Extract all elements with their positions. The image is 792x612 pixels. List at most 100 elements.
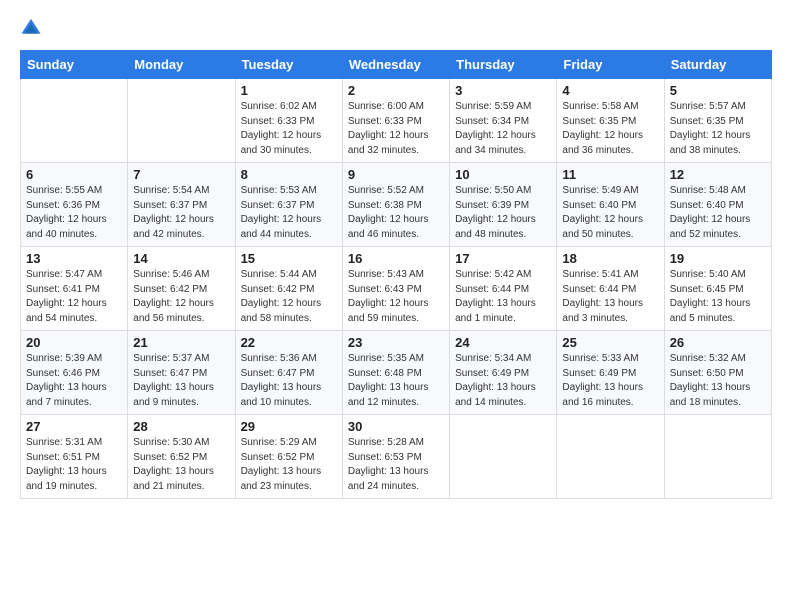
day-info: Sunrise: 5:46 AM Sunset: 6:42 PM Dayligh… [133, 268, 229, 326]
calendar-cell: 1 Sunrise: 6:02 AM Sunset: 6:33 PM Daylig… [235, 79, 342, 163]
day-info: Sunrise: 5:44 AM Sunset: 6:42 PM Dayligh… [241, 268, 337, 326]
calendar-cell: 28 Sunrise: 5:30 AM Sunset: 6:52 PM Dayli… [128, 415, 235, 499]
day-number: 7 [133, 167, 229, 182]
day-info: Sunrise: 5:49 AM Sunset: 6:40 PM Dayligh… [562, 184, 658, 242]
calendar-week-4: 20 Sunrise: 5:39 AM Sunset: 6:46 PM Dayli… [21, 331, 772, 415]
calendar-header-tuesday: Tuesday [235, 51, 342, 79]
day-number: 15 [241, 251, 337, 266]
day-number: 14 [133, 251, 229, 266]
calendar-week-2: 6 Sunrise: 5:55 AM Sunset: 6:36 PM Daylig… [21, 163, 772, 247]
calendar-cell: 7 Sunrise: 5:54 AM Sunset: 6:37 PM Daylig… [128, 163, 235, 247]
calendar-cell: 2 Sunrise: 6:00 AM Sunset: 6:33 PM Daylig… [342, 79, 449, 163]
day-info: Sunrise: 5:43 AM Sunset: 6:43 PM Dayligh… [348, 268, 444, 326]
calendar-cell: 21 Sunrise: 5:37 AM Sunset: 6:47 PM Dayli… [128, 331, 235, 415]
calendar-cell [21, 79, 128, 163]
day-number: 17 [455, 251, 551, 266]
day-number: 22 [241, 335, 337, 350]
day-info: Sunrise: 5:52 AM Sunset: 6:38 PM Dayligh… [348, 184, 444, 242]
day-info: Sunrise: 5:40 AM Sunset: 6:45 PM Dayligh… [670, 268, 766, 326]
day-number: 9 [348, 167, 444, 182]
day-info: Sunrise: 5:48 AM Sunset: 6:40 PM Dayligh… [670, 184, 766, 242]
day-number: 28 [133, 419, 229, 434]
day-info: Sunrise: 5:36 AM Sunset: 6:47 PM Dayligh… [241, 352, 337, 410]
day-info: Sunrise: 5:33 AM Sunset: 6:49 PM Dayligh… [562, 352, 658, 410]
day-number: 12 [670, 167, 766, 182]
day-number: 24 [455, 335, 551, 350]
calendar-week-1: 1 Sunrise: 6:02 AM Sunset: 6:33 PM Daylig… [21, 79, 772, 163]
day-number: 4 [562, 83, 658, 98]
logo [20, 16, 46, 38]
day-info: Sunrise: 5:42 AM Sunset: 6:44 PM Dayligh… [455, 268, 551, 326]
day-number: 11 [562, 167, 658, 182]
day-info: Sunrise: 5:39 AM Sunset: 6:46 PM Dayligh… [26, 352, 122, 410]
calendar-table: SundayMondayTuesdayWednesdayThursdayFrid… [20, 50, 772, 499]
day-number: 16 [348, 251, 444, 266]
calendar-header-row: SundayMondayTuesdayWednesdayThursdayFrid… [21, 51, 772, 79]
calendar-cell: 24Sunrise: 5:34 AM Sunset: 6:49 PM Dayli… [450, 331, 557, 415]
calendar-cell: 9 Sunrise: 5:52 AM Sunset: 6:38 PM Daylig… [342, 163, 449, 247]
calendar-cell: 20 Sunrise: 5:39 AM Sunset: 6:46 PM Dayli… [21, 331, 128, 415]
day-number: 21 [133, 335, 229, 350]
logo-icon [20, 16, 42, 38]
day-info: Sunrise: 5:37 AM Sunset: 6:47 PM Dayligh… [133, 352, 229, 410]
day-number: 6 [26, 167, 122, 182]
calendar-cell [128, 79, 235, 163]
calendar-header-wednesday: Wednesday [342, 51, 449, 79]
day-info: Sunrise: 5:53 AM Sunset: 6:37 PM Dayligh… [241, 184, 337, 242]
calendar-cell: 8Sunrise: 5:53 AM Sunset: 6:37 PM Daylig… [235, 163, 342, 247]
day-info: Sunrise: 5:32 AM Sunset: 6:50 PM Dayligh… [670, 352, 766, 410]
calendar-cell: 16 Sunrise: 5:43 AM Sunset: 6:43 PM Dayli… [342, 247, 449, 331]
day-number: 5 [670, 83, 766, 98]
calendar-week-5: 27 Sunrise: 5:31 AM Sunset: 6:51 PM Dayli… [21, 415, 772, 499]
calendar-cell: 14 Sunrise: 5:46 AM Sunset: 6:42 PM Dayli… [128, 247, 235, 331]
calendar-cell: 23Sunrise: 5:35 AM Sunset: 6:48 PM Dayli… [342, 331, 449, 415]
day-info: Sunrise: 5:31 AM Sunset: 6:51 PM Dayligh… [26, 436, 122, 494]
day-number: 2 [348, 83, 444, 98]
calendar-header-friday: Friday [557, 51, 664, 79]
calendar-cell: 26 Sunrise: 5:32 AM Sunset: 6:50 PM Dayli… [664, 331, 771, 415]
day-number: 13 [26, 251, 122, 266]
page: SundayMondayTuesdayWednesdayThursdayFrid… [0, 0, 792, 612]
calendar-header-thursday: Thursday [450, 51, 557, 79]
calendar-cell: 12 Sunrise: 5:48 AM Sunset: 6:40 PM Dayli… [664, 163, 771, 247]
day-info: Sunrise: 6:00 AM Sunset: 6:33 PM Dayligh… [348, 100, 444, 158]
day-info: Sunrise: 5:47 AM Sunset: 6:41 PM Dayligh… [26, 268, 122, 326]
header [20, 16, 772, 38]
calendar-cell: 29 Sunrise: 5:29 AM Sunset: 6:52 PM Dayli… [235, 415, 342, 499]
calendar-cell: 10 Sunrise: 5:50 AM Sunset: 6:39 PM Dayli… [450, 163, 557, 247]
day-info: Sunrise: 5:58 AM Sunset: 6:35 PM Dayligh… [562, 100, 658, 158]
day-info: Sunrise: 5:30 AM Sunset: 6:52 PM Dayligh… [133, 436, 229, 494]
day-number: 25 [562, 335, 658, 350]
calendar-cell: 30Sunrise: 5:28 AM Sunset: 6:53 PM Dayli… [342, 415, 449, 499]
day-number: 27 [26, 419, 122, 434]
day-number: 29 [241, 419, 337, 434]
calendar-cell [450, 415, 557, 499]
calendar-cell: 4 Sunrise: 5:58 AM Sunset: 6:35 PM Daylig… [557, 79, 664, 163]
day-number: 10 [455, 167, 551, 182]
calendar-header-sunday: Sunday [21, 51, 128, 79]
day-info: Sunrise: 5:50 AM Sunset: 6:39 PM Dayligh… [455, 184, 551, 242]
calendar-cell: 27 Sunrise: 5:31 AM Sunset: 6:51 PM Dayli… [21, 415, 128, 499]
day-number: 23 [348, 335, 444, 350]
day-number: 26 [670, 335, 766, 350]
day-info: Sunrise: 5:59 AM Sunset: 6:34 PM Dayligh… [455, 100, 551, 158]
calendar-cell [557, 415, 664, 499]
day-info: Sunrise: 5:29 AM Sunset: 6:52 PM Dayligh… [241, 436, 337, 494]
day-number: 20 [26, 335, 122, 350]
calendar-cell: 15 Sunrise: 5:44 AM Sunset: 6:42 PM Dayli… [235, 247, 342, 331]
day-info: Sunrise: 6:02 AM Sunset: 6:33 PM Dayligh… [241, 100, 337, 158]
calendar-cell [664, 415, 771, 499]
calendar-cell: 19 Sunrise: 5:40 AM Sunset: 6:45 PM Dayli… [664, 247, 771, 331]
day-info: Sunrise: 5:28 AM Sunset: 6:53 PM Dayligh… [348, 436, 444, 494]
calendar-cell: 3Sunrise: 5:59 AM Sunset: 6:34 PM Daylig… [450, 79, 557, 163]
day-number: 18 [562, 251, 658, 266]
day-number: 19 [670, 251, 766, 266]
calendar-cell: 18Sunrise: 5:41 AM Sunset: 6:44 PM Dayli… [557, 247, 664, 331]
calendar-cell: 6 Sunrise: 5:55 AM Sunset: 6:36 PM Daylig… [21, 163, 128, 247]
day-number: 1 [241, 83, 337, 98]
day-info: Sunrise: 5:54 AM Sunset: 6:37 PM Dayligh… [133, 184, 229, 242]
day-info: Sunrise: 5:55 AM Sunset: 6:36 PM Dayligh… [26, 184, 122, 242]
calendar-cell: 13 Sunrise: 5:47 AM Sunset: 6:41 PM Dayli… [21, 247, 128, 331]
calendar-header-monday: Monday [128, 51, 235, 79]
calendar-week-3: 13 Sunrise: 5:47 AM Sunset: 6:41 PM Dayli… [21, 247, 772, 331]
